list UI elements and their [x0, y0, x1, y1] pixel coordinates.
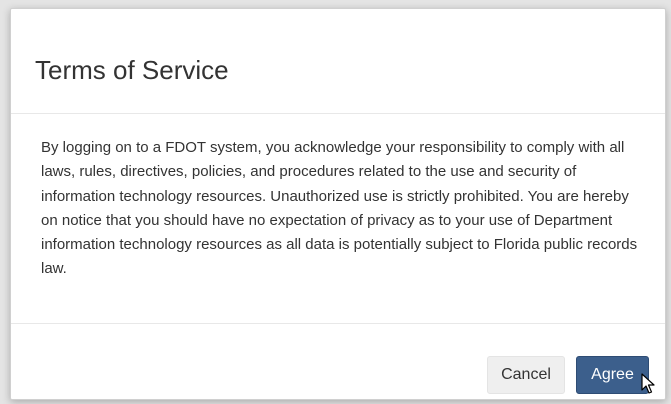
- agree-button[interactable]: Agree: [576, 356, 649, 394]
- dialog-header: Terms of Service: [11, 9, 665, 114]
- cancel-button[interactable]: Cancel: [487, 356, 565, 394]
- terms-text: By logging on to a FDOT system, you ackn…: [41, 139, 638, 278]
- dialog-footer: Cancel Agree: [11, 323, 665, 401]
- dialog-title: Terms of Service: [35, 55, 229, 85]
- terms-of-service-dialog: Terms of Service By logging on to a FDOT…: [10, 8, 666, 400]
- arrow-pointer-icon: [641, 373, 655, 394]
